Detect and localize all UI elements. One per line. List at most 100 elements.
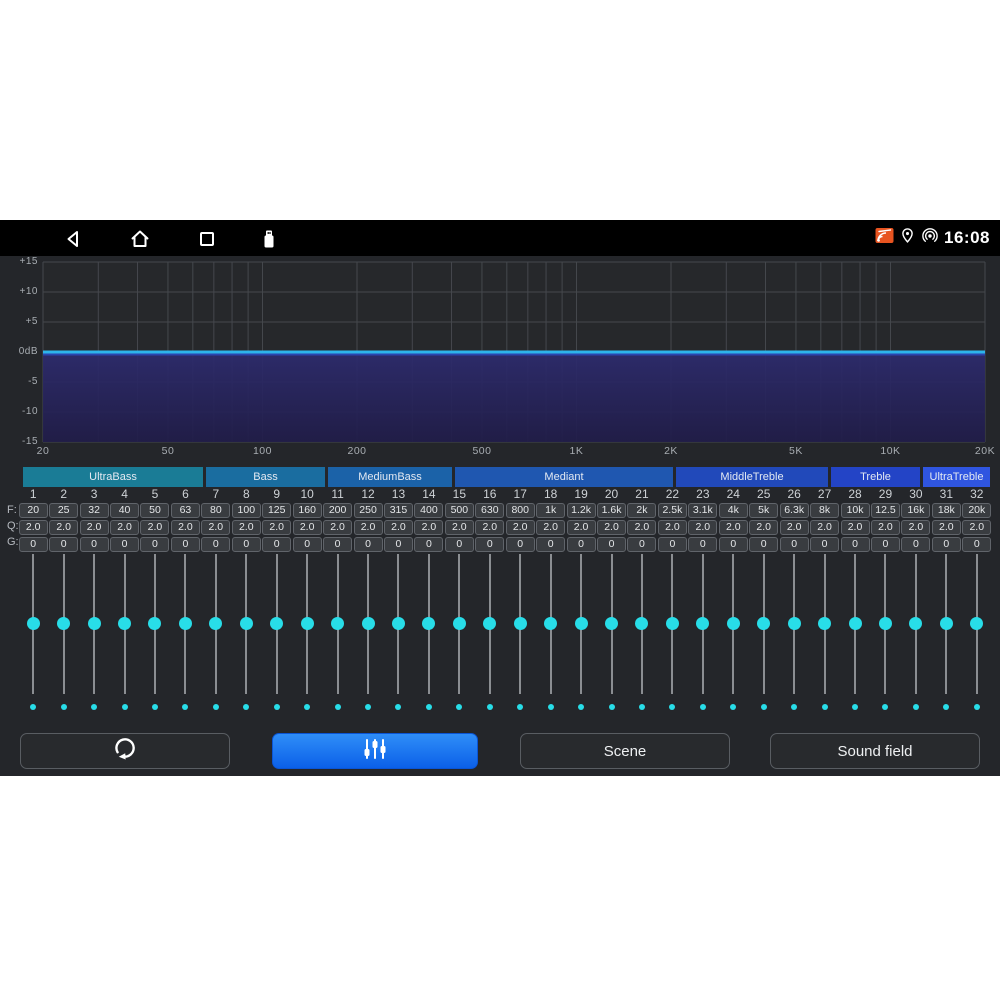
band-gain-slider[interactable] bbox=[809, 554, 839, 714]
band-gain-value: 0 bbox=[871, 537, 900, 552]
band-group-ultrabass[interactable]: UltraBass bbox=[23, 467, 203, 487]
eq-band-column: 7802.00 bbox=[201, 486, 231, 714]
band-gain-slider[interactable] bbox=[79, 554, 109, 714]
band-group-mediant[interactable]: Mediant bbox=[455, 467, 673, 487]
band-gain-slider[interactable] bbox=[688, 554, 718, 714]
band-freq-value: 32 bbox=[80, 503, 109, 518]
eq-band-column: 2252.00 bbox=[48, 486, 78, 714]
slider-knob[interactable] bbox=[362, 617, 375, 630]
slider-knob[interactable] bbox=[422, 617, 435, 630]
slider-knob[interactable] bbox=[270, 617, 283, 630]
back-button[interactable] bbox=[61, 227, 85, 251]
slider-knob[interactable] bbox=[727, 617, 740, 630]
band-group-mediumbass[interactable]: MediumBass bbox=[328, 467, 452, 487]
eq-curve-plot bbox=[0, 256, 1000, 468]
slider-knob[interactable] bbox=[575, 617, 588, 630]
band-gain-slider[interactable] bbox=[901, 554, 931, 714]
band-number: 15 bbox=[453, 486, 466, 502]
band-number: 30 bbox=[909, 486, 922, 502]
band-gain-slider[interactable] bbox=[749, 554, 779, 714]
band-gain-slider[interactable] bbox=[18, 554, 48, 714]
slider-knob[interactable] bbox=[818, 617, 831, 630]
slider-knob[interactable] bbox=[179, 617, 192, 630]
band-gain-value: 0 bbox=[414, 537, 443, 552]
slider-knob[interactable] bbox=[849, 617, 862, 630]
slider-knob[interactable] bbox=[88, 617, 101, 630]
slider-knob[interactable] bbox=[209, 617, 222, 630]
band-gain-slider[interactable] bbox=[48, 554, 78, 714]
reset-button[interactable] bbox=[20, 733, 230, 769]
eq-band-column: 181k2.00 bbox=[535, 486, 565, 714]
slider-knob[interactable] bbox=[788, 617, 801, 630]
band-number: 32 bbox=[970, 486, 983, 502]
band-gain-slider[interactable] bbox=[353, 554, 383, 714]
band-gain-slider[interactable] bbox=[596, 554, 626, 714]
band-gain-slider[interactable] bbox=[414, 554, 444, 714]
x-axis-tick-label: 500 bbox=[460, 445, 504, 457]
slider-knob[interactable] bbox=[27, 617, 40, 630]
band-number: 25 bbox=[757, 486, 770, 502]
slider-knob[interactable] bbox=[666, 617, 679, 630]
band-gain-slider[interactable] bbox=[475, 554, 505, 714]
slider-knob[interactable] bbox=[148, 617, 161, 630]
band-gain-slider[interactable] bbox=[870, 554, 900, 714]
band-gain-slider[interactable] bbox=[627, 554, 657, 714]
slider-knob[interactable] bbox=[544, 617, 557, 630]
eq-button[interactable] bbox=[272, 733, 478, 769]
band-gain-slider[interactable] bbox=[383, 554, 413, 714]
slider-knob[interactable] bbox=[757, 617, 770, 630]
band-gain-value: 0 bbox=[171, 537, 200, 552]
band-gain-slider[interactable] bbox=[170, 554, 200, 714]
home-button[interactable] bbox=[128, 227, 152, 251]
band-group-treble[interactable]: Treble bbox=[831, 467, 920, 487]
slider-knob[interactable] bbox=[696, 617, 709, 630]
slider-dot bbox=[91, 704, 97, 710]
slider-knob[interactable] bbox=[635, 617, 648, 630]
band-group-middletreble[interactable]: MiddleTreble bbox=[676, 467, 828, 487]
band-number: 24 bbox=[727, 486, 740, 502]
slider-knob[interactable] bbox=[605, 617, 618, 630]
band-gain-slider[interactable] bbox=[444, 554, 474, 714]
band-gain-slider[interactable] bbox=[109, 554, 139, 714]
band-number: 22 bbox=[666, 486, 679, 502]
band-gain-slider[interactable] bbox=[140, 554, 170, 714]
sound-field-button[interactable]: Sound field bbox=[770, 733, 980, 769]
band-gain-slider[interactable] bbox=[779, 554, 809, 714]
slider-knob[interactable] bbox=[940, 617, 953, 630]
scene-button[interactable]: Scene bbox=[520, 733, 730, 769]
slider-knob[interactable] bbox=[970, 617, 983, 630]
slider-dot bbox=[913, 704, 919, 710]
band-gain-slider[interactable] bbox=[931, 554, 961, 714]
slider-dot bbox=[669, 704, 675, 710]
band-gain-slider[interactable] bbox=[535, 554, 565, 714]
band-gain-slider[interactable] bbox=[262, 554, 292, 714]
slider-knob[interactable] bbox=[453, 617, 466, 630]
band-gain-slider[interactable] bbox=[231, 554, 261, 714]
slider-knob[interactable] bbox=[57, 617, 70, 630]
slider-knob[interactable] bbox=[301, 617, 314, 630]
slider-knob[interactable] bbox=[240, 617, 253, 630]
band-gain-slider[interactable] bbox=[840, 554, 870, 714]
band-gain-slider[interactable] bbox=[292, 554, 322, 714]
band-gain-slider[interactable] bbox=[505, 554, 535, 714]
band-gain-value: 0 bbox=[536, 537, 565, 552]
band-gain-slider[interactable] bbox=[657, 554, 687, 714]
slider-knob[interactable] bbox=[331, 617, 344, 630]
slider-knob[interactable] bbox=[514, 617, 527, 630]
band-gain-slider[interactable] bbox=[566, 554, 596, 714]
band-gain-slider[interactable] bbox=[962, 554, 992, 714]
slider-knob[interactable] bbox=[879, 617, 892, 630]
recents-button[interactable] bbox=[195, 227, 219, 251]
band-group-ultratreble[interactable]: UltraTreble bbox=[923, 467, 990, 487]
band-gain-slider[interactable] bbox=[201, 554, 231, 714]
slider-knob[interactable] bbox=[483, 617, 496, 630]
band-group-bass[interactable]: Bass bbox=[206, 467, 325, 487]
slider-knob[interactable] bbox=[118, 617, 131, 630]
band-gain-value: 0 bbox=[719, 537, 748, 552]
slider-knob[interactable] bbox=[392, 617, 405, 630]
slider-dot bbox=[974, 704, 980, 710]
x-axis-tick-label: 50 bbox=[146, 445, 190, 457]
slider-knob[interactable] bbox=[909, 617, 922, 630]
band-gain-slider[interactable] bbox=[322, 554, 352, 714]
band-gain-slider[interactable] bbox=[718, 554, 748, 714]
